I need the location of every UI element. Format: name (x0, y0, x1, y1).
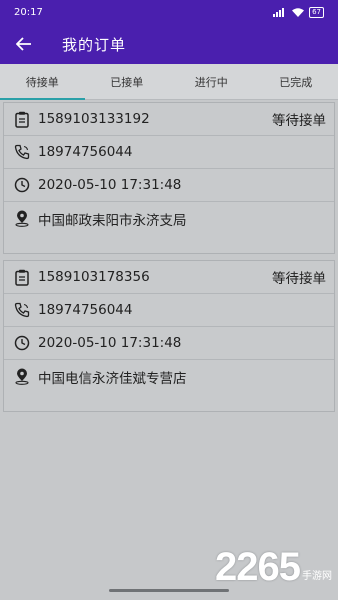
order-status: 等待接单 (272, 271, 326, 287)
back-arrow-icon (16, 37, 31, 51)
order-tabs: 待接单 已接单 进行中 已完成 (0, 64, 338, 100)
clock-icon (12, 333, 32, 353)
back-button[interactable] (4, 24, 44, 64)
clipboard-icon (12, 109, 32, 129)
tab-label: 进行中 (194, 75, 228, 89)
watermark-logo: 2265 手游网 (215, 545, 332, 590)
signal-icon (273, 7, 285, 17)
order-number: 1589103133192 (38, 111, 150, 127)
page-title: 我的订单 (62, 35, 127, 54)
status-icons: 67 (273, 6, 324, 18)
phone-icon (12, 300, 32, 320)
wifi-icon (292, 7, 305, 17)
order-card[interactable]: 1589103178356 等待接单 18974756044 2020-05-1… (3, 260, 335, 412)
clock-icon (12, 175, 32, 195)
address-row: 中国邮政耒阳市永济支局 (4, 202, 334, 235)
home-indicator[interactable] (109, 589, 229, 592)
phone-icon (12, 142, 32, 162)
location-pin-icon (12, 367, 32, 387)
phone-row: 18974756044 (4, 136, 334, 169)
phone-number: 18974756044 (38, 302, 133, 318)
time-row: 2020-05-10 17:31:48 (4, 327, 334, 360)
app-bar: 我的订单 (0, 24, 338, 64)
tab-in-progress[interactable]: 进行中 (169, 64, 254, 99)
order-status: 等待接单 (272, 113, 326, 129)
battery-icon: 67 (309, 6, 324, 18)
tab-accepted[interactable]: 已接单 (85, 64, 170, 99)
tab-completed[interactable]: 已完成 (254, 64, 338, 99)
order-number-row: 1589103133192 等待接单 (4, 103, 334, 136)
order-number: 1589103178356 (38, 269, 150, 285)
tab-label: 已接单 (110, 75, 144, 89)
tab-label: 已完成 (279, 75, 313, 89)
order-time: 2020-05-10 17:31:48 (38, 177, 182, 193)
phone-number: 18974756044 (38, 144, 133, 160)
order-address: 中国电信永济佳斌专营店 (38, 370, 187, 387)
order-time: 2020-05-10 17:31:48 (38, 335, 182, 351)
location-pin-icon (12, 209, 32, 229)
status-bar: 20:17 67 (0, 0, 338, 24)
time-row: 2020-05-10 17:31:48 (4, 169, 334, 202)
order-address: 中国邮政耒阳市永济支局 (38, 212, 187, 229)
address-row: 中国电信永济佳斌专营店 (4, 360, 334, 393)
order-card[interactable]: 1589103133192 等待接单 18974756044 2020-05-1… (3, 102, 335, 254)
clipboard-icon (12, 267, 32, 287)
status-time: 20:17 (14, 6, 43, 18)
order-number-row: 1589103178356 等待接单 (4, 261, 334, 294)
phone-row: 18974756044 (4, 294, 334, 327)
tab-pending[interactable]: 待接单 (0, 64, 85, 100)
watermark-text: 手游网 (302, 571, 332, 582)
tab-label: 待接单 (25, 75, 59, 89)
watermark-number: 2265 (215, 545, 301, 589)
